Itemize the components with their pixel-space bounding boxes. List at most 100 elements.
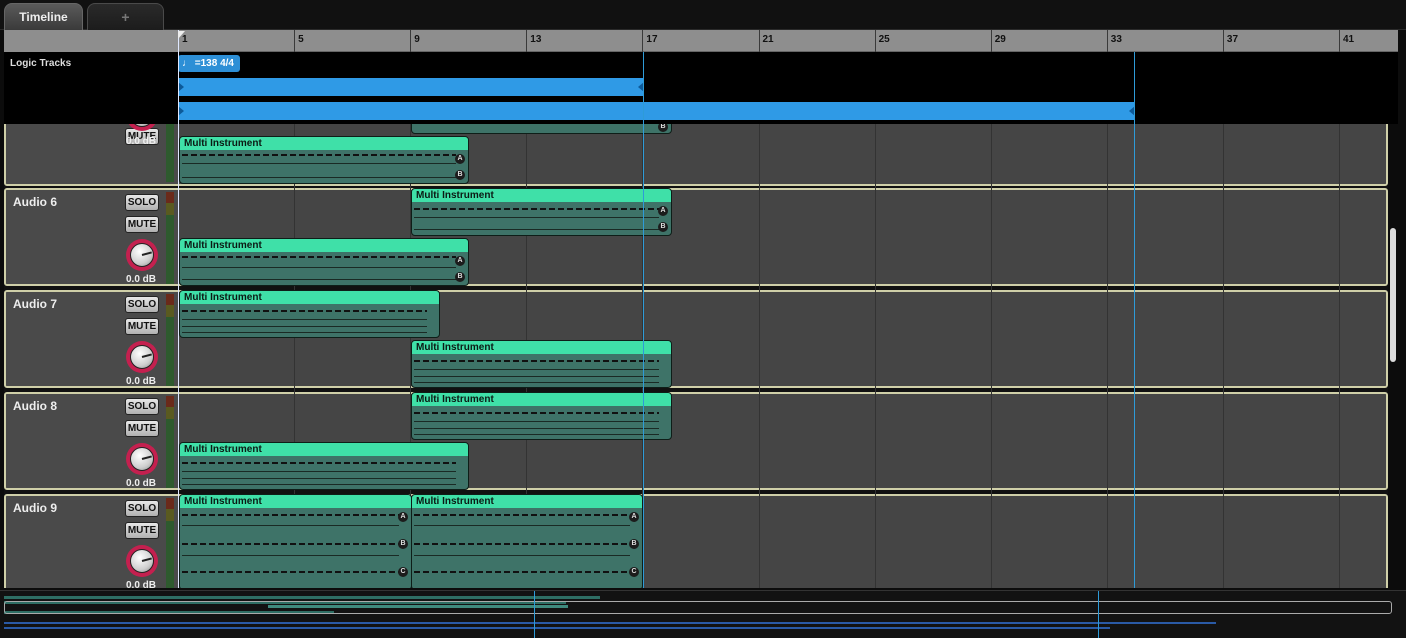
clip-multi-instrument[interactable]: Multi Instrument <box>179 290 440 338</box>
overview-clip <box>4 596 600 599</box>
solo-button[interactable]: SOLO <box>125 398 159 415</box>
ruler-tick <box>990 30 992 52</box>
track-name[interactable]: Audio 6 <box>13 195 57 209</box>
waveform <box>414 514 630 516</box>
lane-a-badge: A <box>398 512 408 522</box>
song-region-bar[interactable] <box>178 102 1135 120</box>
loop-end-marker[interactable] <box>643 52 644 588</box>
add-tab-button[interactable]: + <box>87 3 164 30</box>
vertical-scrollbar-thumb[interactable] <box>1390 228 1396 362</box>
waveform <box>182 332 427 333</box>
overview-viewport[interactable] <box>4 601 1392 614</box>
overview-loop-marker <box>534 591 535 638</box>
ruler-bar-number: 33 <box>1110 34 1122 45</box>
grid-line <box>990 124 992 588</box>
waveform <box>414 525 630 526</box>
clip-multi-instrument[interactable]: Multi Instrument A B <box>179 238 469 286</box>
clip-multi-instrument[interactable]: Multi Instrument <box>411 340 672 388</box>
waveform <box>414 412 659 414</box>
waveform <box>182 525 399 526</box>
ruler-bar-number: 9 <box>414 34 420 45</box>
volume-knob[interactable] <box>126 443 158 475</box>
track-header: Audio 8 SOLO MUTE 0.0 dB <box>6 394 178 488</box>
waveform <box>182 571 399 573</box>
overview-logic-bar <box>4 627 1110 629</box>
timeline-ruler[interactable]: 1 5 9 13 17 21 25 29 33 37 41 <box>4 30 1398 52</box>
lane-a-badge: A <box>629 512 639 522</box>
overview-logic-bar <box>4 622 1216 624</box>
clip-title: Multi Instrument <box>180 495 411 508</box>
waveform <box>414 382 659 383</box>
waveform <box>182 471 456 472</box>
clip-multi-instrument[interactable]: Multi Instrument <box>179 442 469 490</box>
ruler-tick <box>1106 30 1108 52</box>
knob-icon <box>130 447 154 471</box>
volume-knob[interactable] <box>126 341 158 373</box>
waveform <box>414 217 659 218</box>
waveform <box>182 484 456 485</box>
volume-knob[interactable] <box>126 239 158 271</box>
level-meter <box>166 498 174 588</box>
daw-window: Timeline + 1 5 9 13 17 21 25 29 33 37 41 Logic Tra… <box>0 0 1406 638</box>
waveform <box>182 256 456 258</box>
playhead[interactable] <box>178 30 179 588</box>
volume-knob[interactable] <box>126 545 158 577</box>
overview-song-marker <box>1098 591 1099 638</box>
waveform <box>414 555 630 556</box>
mute-button[interactable]: MUTE <box>125 522 159 539</box>
knob-icon <box>130 124 154 127</box>
lane-b-badge: B <box>658 222 668 232</box>
loop-region-bar[interactable] <box>178 78 644 96</box>
solo-button[interactable]: SOLO <box>125 296 159 313</box>
solo-button[interactable]: SOLO <box>125 194 159 211</box>
arrangement-overview[interactable] <box>0 590 1406 638</box>
level-meter <box>166 192 174 284</box>
ruler-bar-number: 29 <box>994 34 1006 45</box>
ruler-tick <box>642 30 644 52</box>
clip-multi-instrument[interactable]: Multi Instrument <box>411 392 672 440</box>
clip-multi-instrument[interactable]: Multi Instrument A B C <box>179 494 412 588</box>
logic-tracks-label: Logic Tracks <box>10 58 72 69</box>
clip-multi-instrument[interactable]: Multi Instrument A B <box>179 136 469 184</box>
track-header: Audio 9 SOLO MUTE 0.0 dB <box>6 496 178 588</box>
knob-icon <box>130 243 154 267</box>
clip-multi-instrument[interactable]: Multi Instrument A B <box>411 188 672 236</box>
tab-timeline[interactable]: Timeline <box>4 3 83 30</box>
waveform <box>182 163 456 164</box>
grid-line <box>1222 124 1224 588</box>
tempo-marker[interactable]: ♩ =138 4/4 <box>178 55 240 72</box>
lane-b-badge: B <box>455 170 465 180</box>
mute-button[interactable]: MUTE <box>125 318 159 335</box>
clip-title: Multi Instrument <box>180 443 468 456</box>
mute-button[interactable]: MUTE <box>125 216 159 233</box>
lane-b-badge: B <box>455 272 465 282</box>
grid-line <box>874 124 876 588</box>
playhead-handle-icon[interactable] <box>178 31 185 39</box>
ruler-bar-number: 5 <box>298 34 304 45</box>
ruler-tick <box>758 30 760 52</box>
lane-a-badge: A <box>455 154 465 164</box>
clip-title: Multi Instrument <box>412 495 642 508</box>
clip-multi-instrument[interactable]: Multi Instrument A B C <box>411 494 643 588</box>
clip-multi-instrument[interactable]: B <box>411 124 672 134</box>
track-name[interactable]: Audio 9 <box>13 501 57 515</box>
ruler-bar-number: 13 <box>530 34 542 45</box>
clip-title: Multi Instrument <box>180 239 468 252</box>
waveform <box>182 279 456 280</box>
lane-b-badge: B <box>398 539 408 549</box>
track-name[interactable]: Audio 7 <box>13 297 57 311</box>
ruler-bar-number: 37 <box>1226 34 1239 45</box>
song-end-marker[interactable] <box>1134 52 1135 588</box>
waveform <box>414 421 659 422</box>
waveform <box>414 369 659 370</box>
solo-button[interactable]: SOLO <box>125 500 159 517</box>
waveform <box>182 478 456 479</box>
level-meter <box>166 124 174 182</box>
track-name[interactable]: Audio 8 <box>13 399 57 413</box>
knob-icon <box>130 345 154 369</box>
waveform <box>182 326 427 327</box>
waveform <box>414 571 630 573</box>
mute-button[interactable]: MUTE <box>125 420 159 437</box>
lane-c-badge: C <box>629 567 639 577</box>
level-meter <box>166 294 174 386</box>
